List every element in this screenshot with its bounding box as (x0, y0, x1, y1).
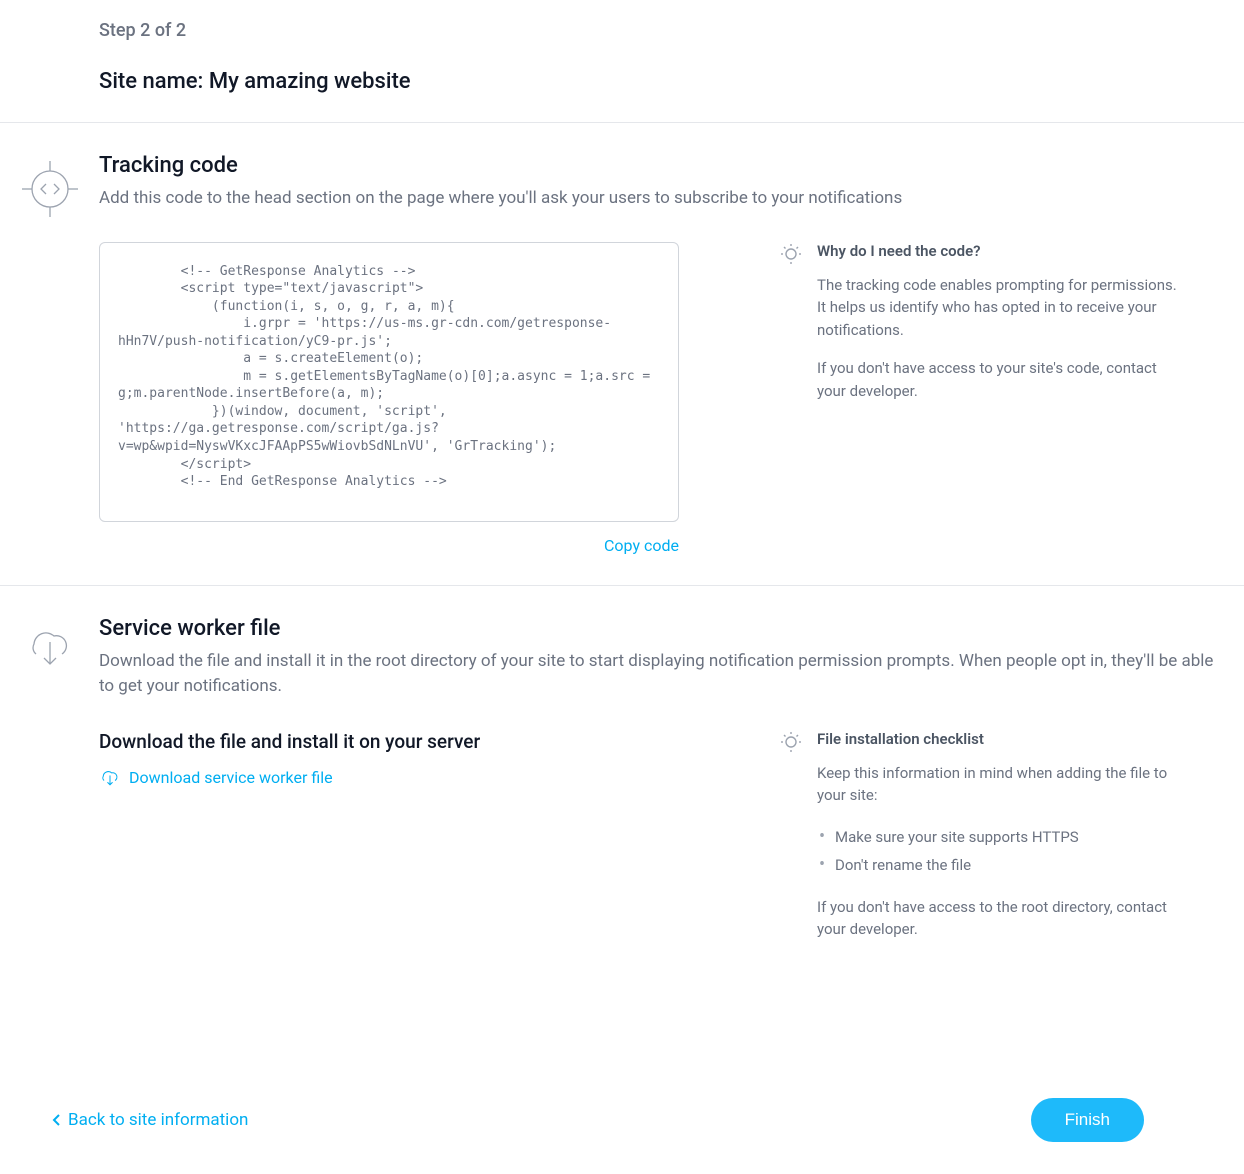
download-link-label: Download service worker file (129, 768, 333, 787)
copy-code-button[interactable]: Copy code (604, 536, 679, 555)
tracking-tip-text-2: If you don't have access to your site's … (817, 357, 1180, 402)
tracking-code-title: Tracking code (99, 153, 1220, 178)
wizard-header: Step 2 of 2 Site name: My amazing websit… (0, 0, 1244, 123)
tracking-tip-title: Why do I need the code? (817, 242, 1180, 260)
tracking-tip-text-1: The tracking code enables prompting for … (817, 274, 1180, 342)
service-worker-title: Service worker file (99, 616, 1220, 641)
lightbulb-icon (779, 730, 803, 957)
list-item: Make sure your site supports HTTPS (817, 823, 1180, 852)
step-indicator: Step 2 of 2 (99, 20, 1244, 41)
tracking-code-section: Tracking code Add this code to the head … (0, 123, 1244, 586)
worker-tip-text-1: Keep this information in mind when addin… (817, 762, 1180, 807)
chevron-left-icon (52, 1113, 62, 1127)
download-subheading: Download the file and install it on your… (99, 730, 679, 753)
tracking-code-description: Add this code to the head section on the… (99, 186, 1220, 212)
service-worker-icon (0, 616, 99, 957)
worker-tip-title: File installation checklist (817, 730, 1180, 748)
tracking-code-snippet[interactable]: <!-- GetResponse Analytics --> <script t… (99, 242, 679, 522)
service-worker-section: Service worker file Download the file an… (0, 586, 1244, 987)
back-button-label: Back to site information (68, 1110, 248, 1130)
cloud-download-icon (24, 622, 76, 674)
service-worker-description: Download the file and install it in the … (99, 649, 1220, 700)
download-service-worker-link[interactable]: Download service worker file (99, 767, 333, 789)
finish-button[interactable]: Finish (1031, 1098, 1144, 1142)
lightbulb-icon (779, 242, 803, 555)
worker-tip-text-2: If you don't have access to the root dir… (817, 896, 1180, 941)
tracking-code-icon (0, 153, 99, 555)
site-name-heading: Site name: My amazing website (99, 69, 1244, 94)
wizard-footer: Back to site information Finish (0, 1068, 1244, 1174)
list-item: Don't rename the file (817, 851, 1180, 880)
crosshair-code-icon (20, 159, 80, 219)
worker-tip-list: Make sure your site supports HTTPS Don't… (817, 823, 1180, 880)
back-button[interactable]: Back to site information (52, 1110, 248, 1130)
cloud-download-icon (99, 767, 121, 789)
